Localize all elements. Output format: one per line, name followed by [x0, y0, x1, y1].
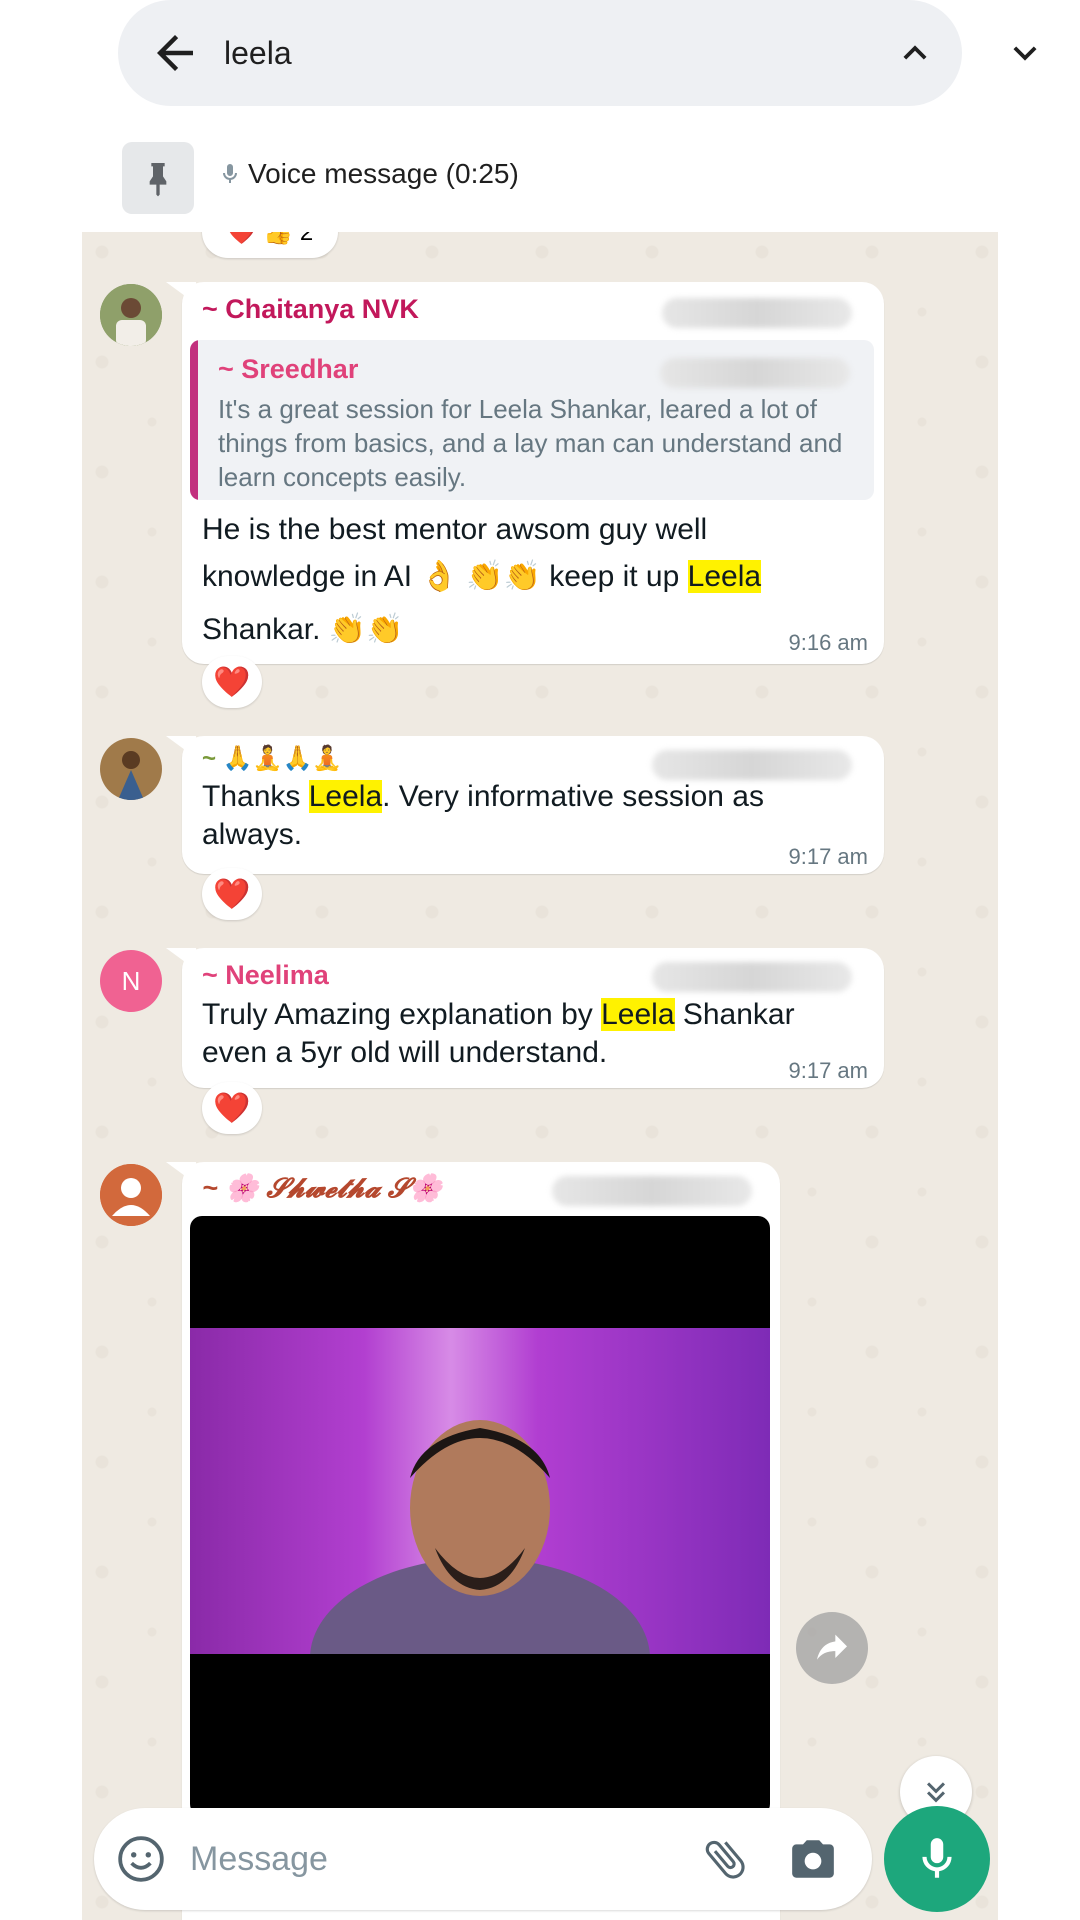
sender-name[interactable]: ~ 🙏🧘🙏🧘 [202, 744, 342, 773]
voice-record-button[interactable] [884, 1806, 990, 1912]
avatar[interactable] [100, 738, 162, 800]
video-frame [190, 1328, 770, 1758]
message-bubble[interactable]: ~ 🙏🧘🙏🧘 Thanks Leela. Very informative se… [166, 736, 884, 874]
pin-button[interactable] [122, 142, 194, 214]
video-thumbnail[interactable] [190, 1216, 770, 1816]
message-text: Thanks Leela. Very informative session a… [202, 780, 764, 851]
message-bubble[interactable]: ~ 🌸 𝓢𝓱𝔀𝓮𝓽𝓱𝓪 𝓢🌸 [166, 1162, 780, 1920]
sender-name[interactable]: ~ Chaitanya NVK [202, 294, 419, 325]
emoji-icon[interactable] [116, 1834, 166, 1884]
forward-button[interactable] [796, 1612, 868, 1684]
timestamp: 9:17 am [788, 844, 869, 869]
avatar[interactable] [100, 284, 162, 346]
chevron-down-icon[interactable] [1002, 30, 1048, 76]
avatar[interactable]: N [100, 950, 162, 1012]
message-composer[interactable]: Message [94, 1808, 872, 1910]
reaction-pill[interactable]: ❤️ 👍 2 [202, 232, 338, 258]
pinned-label: Voice message (0:25) [248, 158, 519, 189]
search-highlight: Leela [308, 780, 383, 813]
mic-icon [922, 1838, 952, 1878]
chat-area[interactable]: ❤️ 👍 2 ~ Chaitanya NVK ~ Sreedhar It's a… [82, 232, 998, 1920]
timestamp: 9:16 am [788, 630, 869, 655]
timestamp: 9:17 am [788, 1058, 869, 1083]
double-chevron-down-icon [927, 1782, 945, 1803]
message-text: He is the best mentor awsom guy well kno… [202, 513, 762, 646]
message-bubble[interactable]: ~ Chaitanya NVK ~ Sreedhar It's a great … [166, 282, 884, 664]
message-input[interactable]: Message [190, 1838, 328, 1880]
reply-sender-name: ~ Sreedhar [218, 354, 359, 384]
reaction-heart[interactable]: ❤️ [202, 1082, 262, 1134]
camera-icon[interactable] [788, 1834, 838, 1884]
chevron-up-icon[interactable] [892, 30, 938, 76]
reaction-heart[interactable]: ❤️ [202, 868, 262, 920]
search-bar: leela [118, 0, 1037, 106]
pin-icon [149, 163, 167, 197]
paperclip-icon[interactable] [700, 1834, 750, 1884]
quoted-reply[interactable]: ~ Sreedhar It's a great session for Leel… [190, 340, 874, 500]
search-input[interactable]: leela [224, 28, 292, 78]
sender-name[interactable]: ~ 🌸 𝓢𝓱𝔀𝓮𝓽𝓱𝓪 𝓢🌸 [202, 1172, 442, 1205]
back-arrow-icon[interactable] [148, 26, 202, 80]
forward-icon [817, 1634, 847, 1660]
pinned-message-bar[interactable]: Voice message (0:25) [0, 130, 1080, 230]
message-bubble[interactable]: ~ Neelima Truly Amazing explanation by L… [166, 948, 884, 1088]
reaction-heart[interactable]: ❤️ [202, 656, 262, 708]
avatar[interactable] [100, 1164, 162, 1226]
sender-name[interactable]: ~ Neelima [202, 960, 329, 991]
reply-text: It's a great session for Leela Shankar, … [218, 394, 843, 492]
search-highlight: Leela [601, 998, 675, 1031]
message-text: Truly Amazing explanation by Leela Shank… [202, 998, 795, 1069]
mic-small-icon [223, 164, 237, 183]
search-highlight: Leela [687, 560, 762, 593]
